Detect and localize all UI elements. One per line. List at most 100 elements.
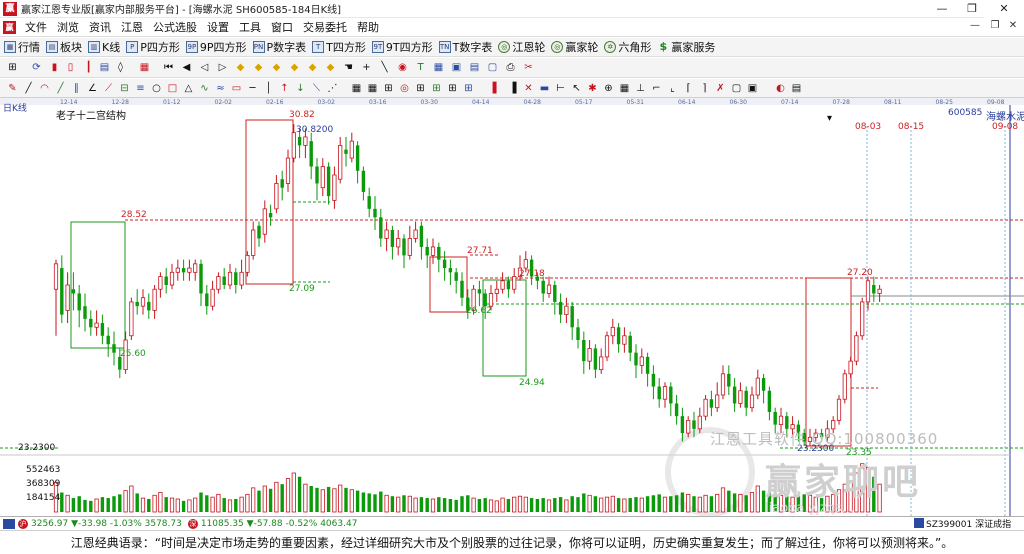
- mark-icon[interactable]: ✕: [522, 82, 535, 95]
- toolbar-9t-square-button[interactable]: 9T 9T四方形: [371, 39, 433, 55]
- period-label[interactable]: 日K线: [3, 101, 27, 114]
- grid-icon[interactable]: ▦: [432, 61, 445, 74]
- gann-fan-icon[interactable]: ⋰: [326, 82, 339, 95]
- menu-trade[interactable]: 交易委托: [298, 19, 352, 35]
- measure-icon[interactable]: ⊢: [554, 82, 567, 95]
- golden-icon[interactable]: ⊟: [118, 82, 131, 95]
- arc-icon[interactable]: ◠: [38, 82, 51, 95]
- corner-icon[interactable]: ⌞: [666, 82, 679, 95]
- grid-table-icon[interactable]: ▦: [618, 82, 631, 95]
- text-icon[interactable]: T: [414, 61, 427, 74]
- toolbar-gann-wheel-button[interactable]: ◎ 江恩轮: [498, 39, 545, 55]
- menu-window[interactable]: 窗口: [266, 19, 298, 35]
- ticker-grid-icon[interactable]: [3, 518, 15, 529]
- bracket-icon[interactable]: ⌈: [682, 82, 695, 95]
- bar-chart-icon[interactable]: ▮: [48, 61, 61, 74]
- diamond-6-icon[interactable]: ◆: [324, 61, 337, 74]
- menu-info[interactable]: 资讯: [84, 19, 116, 35]
- bar-icon[interactable]: ▐: [506, 82, 519, 95]
- grid-g-icon[interactable]: ⊞: [430, 82, 443, 95]
- sz-code-label[interactable]: SZ399001 深证成指: [926, 517, 1011, 530]
- settings-small-icon[interactable]: ▤: [790, 82, 803, 95]
- refresh-icon[interactable]: ⟳: [30, 61, 43, 74]
- toolbar-sectors-button[interactable]: ▤ 板块: [46, 39, 82, 55]
- skip-first-icon[interactable]: ⏮: [162, 61, 175, 74]
- toolbar-quotes-button[interactable]: ▦ 行情: [4, 39, 40, 55]
- menu-file[interactable]: 文件: [20, 19, 52, 35]
- period-select-icon[interactable]: ⊞: [6, 61, 19, 74]
- menu-browse[interactable]: 浏览: [52, 19, 84, 35]
- grid-t-icon[interactable]: ⊞: [414, 82, 427, 95]
- down-arrow-icon[interactable]: ↓: [294, 82, 307, 95]
- next-icon[interactable]: ▷: [216, 61, 229, 74]
- ray-icon[interactable]: ╱: [22, 82, 35, 95]
- diamond-5-icon[interactable]: ◆: [306, 61, 319, 74]
- box-icon[interactable]: ▭: [230, 82, 243, 95]
- toolbar-winner-wheel-button[interactable]: ◎ 赢家轮: [551, 39, 598, 55]
- title-bar[interactable]: 赢 赢家江恩专业版[赢家内部服务平台] - [海螺水泥 SH600585-184…: [0, 0, 1024, 18]
- triangle-icon[interactable]: △: [182, 82, 195, 95]
- grid-b-icon[interactable]: ⊞: [462, 82, 475, 95]
- grid-cross-icon[interactable]: ⊞: [382, 82, 395, 95]
- diamond-2-icon[interactable]: ◆: [252, 61, 265, 74]
- close-button[interactable]: ✕: [984, 0, 1024, 18]
- ruler-icon[interactable]: ▬: [538, 82, 551, 95]
- dropdown-arrow-icon[interactable]: ▾: [827, 113, 832, 124]
- pen-icon[interactable]: ✎: [6, 82, 19, 95]
- scissors-icon[interactable]: ✂: [522, 61, 535, 74]
- erase-icon[interactable]: ✗: [714, 82, 727, 95]
- menu-help[interactable]: 帮助: [352, 19, 384, 35]
- menu-gann[interactable]: 江恩: [116, 19, 148, 35]
- hline-icon[interactable]: ─: [246, 82, 259, 95]
- rect-icon[interactable]: □: [166, 82, 179, 95]
- table-icon[interactable]: ▤: [468, 61, 481, 74]
- mdi-minimize-button[interactable]: —: [968, 20, 982, 31]
- chart-type-icon[interactable]: ▦: [138, 61, 151, 74]
- prev-icon[interactable]: ◁: [198, 61, 211, 74]
- layout-icon[interactable]: ▣: [450, 61, 463, 74]
- candle-icon[interactable]: ┃: [82, 61, 95, 74]
- red-bar-icon[interactable]: ▌: [490, 82, 503, 95]
- toolbar-kline-button[interactable]: ▥ K线: [88, 39, 120, 55]
- grid-k-icon[interactable]: ⊞: [446, 82, 459, 95]
- vline-icon[interactable]: │: [262, 82, 275, 95]
- star-icon[interactable]: ✱: [586, 82, 599, 95]
- fib-icon[interactable]: ≡: [134, 82, 147, 95]
- diamond-4-icon[interactable]: ◆: [288, 61, 301, 74]
- diamond-1-icon[interactable]: ◆: [234, 61, 247, 74]
- grid-square-icon[interactable]: ▦: [350, 82, 363, 95]
- skip-prev-icon[interactable]: ◀: [180, 61, 193, 74]
- window-icon[interactable]: ▢: [486, 61, 499, 74]
- step-icon[interactable]: ⌐: [650, 82, 663, 95]
- fan-icon[interactable]: ⟋: [102, 82, 115, 95]
- frame-icon[interactable]: ▢: [730, 82, 743, 95]
- kline-chart-area[interactable]: 12-14 12-28 01-12 02-02 02-16 03-02 03-16 03-30…: [0, 98, 1024, 516]
- target-icon[interactable]: ◎: [398, 82, 411, 95]
- menu-formula-select[interactable]: 公式选股: [148, 19, 202, 35]
- pointer-icon[interactable]: ↖: [570, 82, 583, 95]
- angle-icon[interactable]: ∠: [86, 82, 99, 95]
- sz-index-icon[interactable]: 深: [187, 518, 198, 529]
- toolbar-t-square-button[interactable]: T T四方形: [312, 39, 366, 55]
- grid-small-icon[interactable]: ▦: [366, 82, 379, 95]
- up-bar-icon[interactable]: ▯: [64, 61, 77, 74]
- cycle-icon[interactable]: ∿: [198, 82, 211, 95]
- mdi-close-button[interactable]: ✕: [1006, 20, 1020, 31]
- sh-index-icon[interactable]: 沪: [18, 518, 28, 529]
- toolbar-t-number-button[interactable]: TN T数字表: [438, 39, 492, 55]
- toolbar-p-number-button[interactable]: PN P数字表: [252, 39, 306, 55]
- draw-red-icon[interactable]: ◉: [396, 61, 409, 74]
- circle-icon[interactable]: ○: [150, 82, 163, 95]
- menu-settings[interactable]: 设置: [202, 19, 234, 35]
- axis-icon[interactable]: ⊥: [634, 82, 647, 95]
- select-icon[interactable]: ◊: [114, 61, 127, 74]
- toolbar-hexagon-button[interactable]: ✡ 六角形: [604, 39, 651, 55]
- zoom-icon[interactable]: ⊕: [602, 82, 615, 95]
- toolbar-p-square-button[interactable]: P P四方形: [126, 39, 180, 55]
- parallel-icon[interactable]: ∥: [70, 82, 83, 95]
- print-icon[interactable]: ⎙: [504, 61, 517, 74]
- speed-line-icon[interactable]: ⟍: [310, 82, 323, 95]
- kline-type-icon[interactable]: ▤: [98, 61, 111, 74]
- mdi-restore-button[interactable]: ❐: [988, 20, 1002, 31]
- hand-icon[interactable]: ☚: [342, 61, 355, 74]
